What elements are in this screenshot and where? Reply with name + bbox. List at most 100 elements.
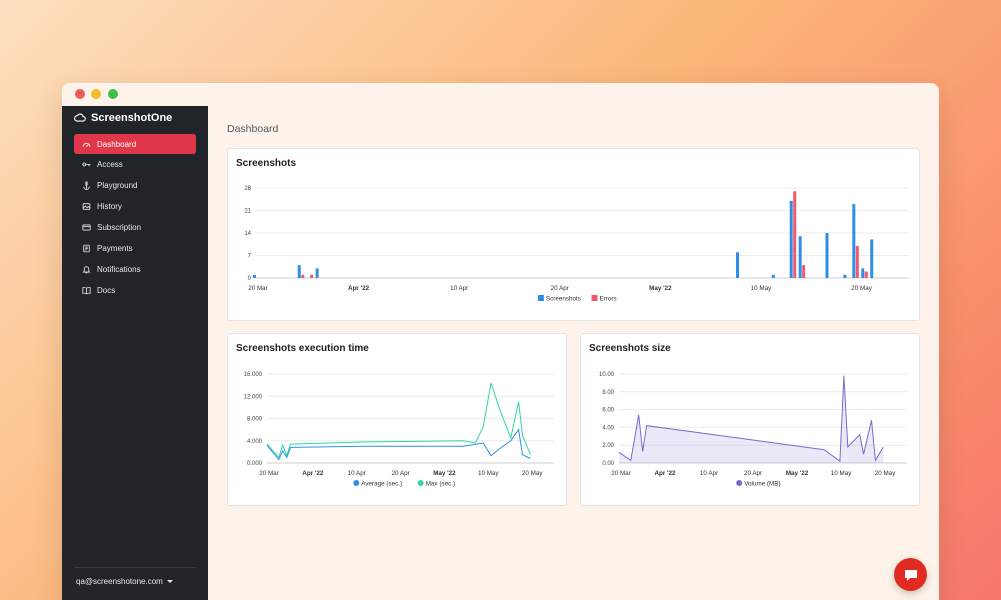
sidebar-item-notifications[interactable]: Notifications bbox=[74, 259, 196, 279]
y-tick-label: 10.00 bbox=[599, 372, 615, 378]
y-tick-label: 0.00 bbox=[602, 461, 614, 467]
legend-label: Screenshots bbox=[546, 296, 581, 303]
bar-errors bbox=[802, 265, 806, 278]
legend-label: Average (sec.) bbox=[361, 481, 402, 488]
legend-swatch bbox=[736, 480, 743, 486]
main-content: Dashboard Screenshots 0 7 14 21 28 20 Mar Apr … bbox=[208, 106, 939, 600]
gauge-icon bbox=[82, 142, 91, 147]
sidebar: ScreenshotOne Dashboard Access Playgroun… bbox=[62, 106, 208, 600]
legend-swatch bbox=[353, 480, 360, 486]
x-tick-label: May '22 bbox=[433, 470, 456, 477]
execution-card: Screenshots execution time 0.000 4.000 8.0… bbox=[227, 333, 567, 506]
legend-label: Volume (MB) bbox=[744, 481, 780, 488]
bar-screenshots bbox=[825, 233, 829, 278]
x-tick-label: 20 May bbox=[851, 285, 873, 292]
image-icon bbox=[82, 203, 91, 210]
sidebar-item-payments[interactable]: Payments bbox=[74, 238, 196, 258]
user-menu[interactable]: qa@screenshotone.com bbox=[76, 577, 173, 586]
sidebar-item-label: History bbox=[97, 202, 122, 212]
x-tick-label: May '22 bbox=[786, 470, 809, 477]
bar-screenshots bbox=[870, 239, 874, 278]
bar-errors bbox=[864, 271, 868, 278]
user-email: qa@screenshotone.com bbox=[76, 577, 163, 586]
sidebar-item-label: Subscription bbox=[97, 223, 142, 233]
brand[interactable]: ScreenshotOne bbox=[74, 112, 172, 124]
sidebar-nav: Dashboard Access Playground History Subs… bbox=[74, 134, 196, 301]
x-tick-label: 20 Apr bbox=[744, 470, 762, 477]
x-tick-label: 20 Mar bbox=[248, 285, 268, 292]
x-tick-label: 20 Apr bbox=[391, 470, 409, 477]
y-tick-label: 0 bbox=[248, 276, 252, 282]
x-tick-label: 20 May bbox=[522, 470, 544, 477]
sidebar-item-label: Playground bbox=[97, 181, 138, 191]
y-tick-label: 4.00 bbox=[602, 425, 614, 431]
key-icon bbox=[82, 163, 91, 167]
sidebar-item-dashboard[interactable]: Dashboard bbox=[74, 134, 196, 154]
bar-screenshots bbox=[798, 236, 802, 278]
y-tick-label: 16.000 bbox=[244, 372, 263, 378]
x-tick-label: Apr '22 bbox=[302, 470, 324, 477]
screenshots-chart: 0 7 14 21 28 20 Mar Apr '22 10 Apr 20 Apr May '22… bbox=[244, 186, 909, 303]
bar-errors bbox=[855, 245, 859, 278]
screenshots-card: Screenshots 0 7 14 21 28 20 Mar Apr '22 10 Apr 2… bbox=[227, 148, 920, 321]
chat-bubble-icon bbox=[904, 569, 917, 581]
x-tick-label: 10 Apr bbox=[348, 470, 366, 477]
anchor-icon bbox=[83, 181, 90, 191]
x-tick-label: 10 Apr bbox=[700, 470, 718, 477]
bar-screenshots bbox=[852, 204, 856, 278]
chat-widget-button[interactable] bbox=[894, 558, 927, 591]
chevron-down-icon bbox=[166, 580, 173, 583]
receipt-icon bbox=[83, 244, 90, 253]
y-tick-label: 28 bbox=[244, 186, 251, 192]
card-icon bbox=[82, 224, 91, 231]
window-titlebar bbox=[62, 83, 939, 106]
bar-screenshots bbox=[789, 200, 793, 278]
screenshots-size-chart: 0.00 2.00 4.00 6.00 8.00 10.00 20 Mar Apr '22 10… bbox=[599, 372, 907, 488]
sidebar-item-label: Access bbox=[97, 160, 123, 170]
y-tick-label: 4.000 bbox=[247, 439, 263, 445]
y-tick-label: 12.000 bbox=[244, 394, 263, 400]
y-tick-label: 8.000 bbox=[247, 417, 263, 423]
maximize-window-icon[interactable] bbox=[108, 89, 118, 99]
x-tick-label: 10 Apr bbox=[450, 285, 468, 292]
minimize-window-icon[interactable] bbox=[91, 89, 101, 99]
brand-name: ScreenshotOne bbox=[91, 112, 173, 124]
sidebar-item-label: Notifications bbox=[97, 264, 141, 274]
bar-screenshots bbox=[771, 274, 775, 278]
legend-label: Max (sec.) bbox=[426, 481, 455, 488]
bar-errors bbox=[310, 274, 314, 278]
sidebar-item-playground[interactable]: Playground bbox=[74, 176, 196, 196]
bell-icon bbox=[82, 266, 91, 274]
sidebar-item-label: Payments bbox=[97, 243, 133, 253]
app-window: ScreenshotOne Dashboard Access Playgroun… bbox=[62, 83, 939, 600]
sidebar-divider bbox=[74, 567, 196, 568]
x-tick-label: Apr '22 bbox=[348, 285, 370, 292]
bar-screenshots bbox=[297, 265, 301, 278]
execution-time-chart: 0.000 4.000 8.000 12.000 16.000 20 Mar Apr '22… bbox=[244, 372, 554, 488]
x-tick-label: 20 Mar bbox=[611, 470, 631, 477]
sidebar-item-subscription[interactable]: Subscription bbox=[74, 218, 196, 238]
y-tick-label: 0.000 bbox=[247, 461, 263, 467]
x-tick-label: 10 May bbox=[751, 285, 773, 292]
legend-swatch bbox=[537, 295, 544, 301]
bar-errors bbox=[301, 274, 305, 278]
y-tick-label: 8.00 bbox=[602, 390, 614, 396]
y-tick-label: 21 bbox=[244, 209, 251, 215]
sidebar-item-docs[interactable]: Docs bbox=[74, 280, 196, 300]
sidebar-item-label: Docs bbox=[97, 285, 116, 295]
cloud-logo-icon bbox=[74, 113, 86, 122]
x-tick-label: 20 May bbox=[875, 470, 897, 477]
x-tick-label: 10 May bbox=[478, 470, 500, 477]
sidebar-item-access[interactable]: Access bbox=[74, 155, 196, 175]
y-tick-label: 2.00 bbox=[602, 443, 614, 449]
sidebar-item-label: Dashboard bbox=[97, 139, 137, 149]
x-tick-label: 20 Apr bbox=[551, 285, 569, 292]
legend-swatch bbox=[591, 295, 598, 301]
sidebar-item-history[interactable]: History bbox=[74, 197, 196, 217]
y-tick-label: 14 bbox=[244, 231, 251, 237]
page-title: Dashboard bbox=[227, 123, 279, 135]
bar-screenshots bbox=[315, 268, 319, 278]
close-window-icon[interactable] bbox=[75, 89, 85, 99]
x-tick-label: Apr '22 bbox=[654, 470, 676, 477]
bar-screenshots bbox=[253, 274, 256, 278]
